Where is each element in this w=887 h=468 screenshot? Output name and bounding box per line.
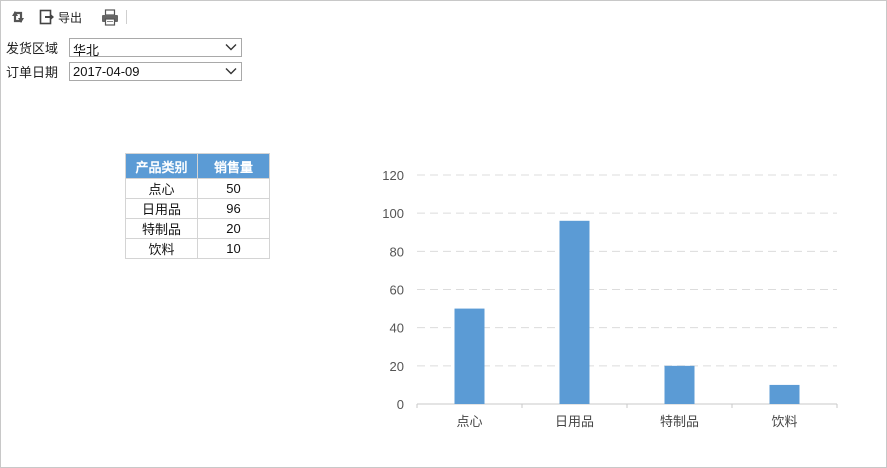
cell-sales: 96 <box>197 198 270 219</box>
table-row: 点心 50 <box>125 178 270 199</box>
toolbar: 导出 <box>9 6 128 28</box>
export-button[interactable]: 导出 <box>39 9 82 26</box>
bar <box>664 365 695 404</box>
toolbar-divider <box>126 10 128 24</box>
sales-table: 产品类别 销售量 点心 50 日用品 96 特制品 20 饮料 10 <box>125 153 270 259</box>
region-label: 发货区域 <box>6 41 59 56</box>
export-label: 导出 <box>58 10 83 25</box>
cell-category: 饮料 <box>125 238 198 259</box>
y-tick-label: 40 <box>390 321 404 336</box>
bar <box>559 220 590 404</box>
y-tick-label: 100 <box>382 206 404 221</box>
x-tick-label: 特制品 <box>660 414 699 429</box>
table-header-row: 产品类别 销售量 <box>125 153 270 179</box>
bar <box>454 308 485 404</box>
refresh-icon[interactable] <box>9 8 27 26</box>
cell-category: 日用品 <box>125 198 198 219</box>
table-row: 日用品 96 <box>125 198 270 219</box>
sales-bar-chart: 0 20 40 60 80 100 120 点心 日用品 特制品 饮料 <box>382 168 838 429</box>
y-tick-label: 20 <box>390 359 404 374</box>
param-region: 发货区域 华北 <box>6 37 242 58</box>
printer-icon[interactable] <box>100 8 120 26</box>
cell-sales: 10 <box>197 238 270 259</box>
y-tick-label: 80 <box>390 244 404 259</box>
chevron-down-icon <box>225 68 237 75</box>
bar <box>769 384 800 404</box>
date-value: 2017-04-09 <box>73 64 140 79</box>
region-select[interactable]: 华北 <box>69 38 242 58</box>
column-header-sales: 销售量 <box>197 153 270 179</box>
cell-sales: 20 <box>197 218 270 239</box>
x-tick-label: 点心 <box>456 414 482 429</box>
x-tick-label: 日用品 <box>555 414 594 429</box>
y-tick-label: 120 <box>382 168 404 183</box>
table-row: 特制品 20 <box>125 218 270 239</box>
y-tick-label: 60 <box>390 283 404 298</box>
date-select[interactable]: 2017-04-09 <box>69 62 242 81</box>
region-value: 华北 <box>73 43 100 58</box>
y-tick-label: 0 <box>397 397 404 412</box>
date-label: 订单日期 <box>6 65 59 80</box>
cell-sales: 50 <box>197 178 270 199</box>
cell-category: 点心 <box>125 178 198 199</box>
report-frame: 导出 发货区域 华北 订单日期 2017-04-09 产品类别 销售量 点心 5… <box>0 0 887 468</box>
cell-category: 特制品 <box>125 218 198 239</box>
column-header-category: 产品类别 <box>125 153 198 179</box>
x-tick-label: 饮料 <box>771 414 797 429</box>
export-icon <box>39 9 54 25</box>
table-row: 饮料 10 <box>125 238 270 259</box>
param-date: 订单日期 2017-04-09 <box>6 61 242 82</box>
chevron-down-icon <box>225 44 237 51</box>
